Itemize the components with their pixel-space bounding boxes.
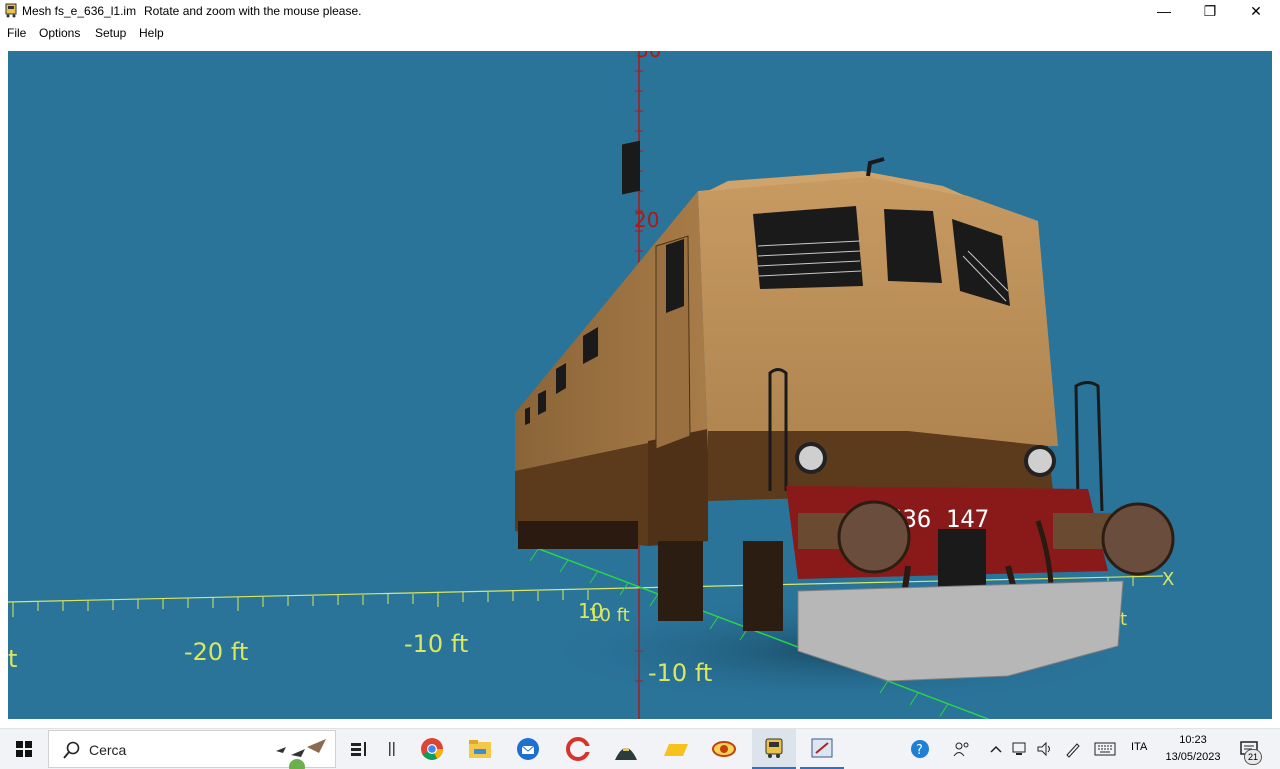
search-icon xyxy=(63,741,80,759)
menu-bar: File Options Setup Help xyxy=(0,22,1280,42)
help-tray-button[interactable]: ? xyxy=(906,729,934,769)
clock-date: 13/05/2023 xyxy=(1165,751,1221,763)
search-highlight-geese-icon xyxy=(276,739,326,769)
start-button[interactable] xyxy=(0,729,48,769)
help-icon: ? xyxy=(911,740,929,758)
title-bar: Mesh fs_e_636_l1.im Rotate and zoom with… xyxy=(0,0,1280,22)
chrome-button[interactable] xyxy=(412,729,452,769)
z-label-neg10: -10 ft xyxy=(648,659,712,687)
eye-app-icon xyxy=(712,741,736,757)
close-button[interactable]: ✕ xyxy=(1233,0,1279,22)
folder-yellow-icon xyxy=(664,744,688,756)
volume-icon xyxy=(1037,741,1050,757)
restore-button[interactable]: ❐ xyxy=(1187,0,1233,22)
file-explorer-button[interactable] xyxy=(460,729,500,769)
thunderbird-icon xyxy=(517,738,539,760)
pen-icon xyxy=(1066,743,1080,758)
network-icon xyxy=(1012,742,1026,755)
people-icon xyxy=(953,742,969,757)
chevron-up-icon xyxy=(990,745,1002,753)
window-title: Mesh fs_e_636_l1.im xyxy=(22,4,137,18)
clock-time: 10:23 xyxy=(1179,734,1207,746)
vertical-label-top: 30 xyxy=(636,51,661,62)
buffer-right xyxy=(1101,502,1175,576)
windows-logo-icon xyxy=(16,741,32,757)
z-label-10: 10 ft xyxy=(588,605,630,626)
menu-options[interactable]: Options xyxy=(39,26,80,40)
minimize-button[interactable]: — xyxy=(1141,0,1187,22)
locomotive-model: 636 147 xyxy=(515,140,1175,682)
restore-icon: ❐ xyxy=(1203,2,1217,19)
app-train-icon xyxy=(4,3,18,18)
keyboard-tray-button[interactable] xyxy=(1092,729,1118,769)
ccleaner-icon xyxy=(566,737,590,761)
task-view-icon xyxy=(351,742,366,756)
chrome-icon xyxy=(421,738,443,760)
mesh-viewport[interactable]: 30 20 -20 ft -10 ft t 10 X ft xyxy=(8,51,1272,719)
task-view-button[interactable] xyxy=(344,729,376,769)
close-icon: ✕ xyxy=(1250,2,1262,19)
pen-tray-button[interactable] xyxy=(1062,729,1084,769)
svg-text:?: ? xyxy=(916,743,923,758)
menu-help[interactable]: Help xyxy=(139,26,164,40)
train-app-icon xyxy=(765,738,783,758)
front-window-center xyxy=(884,209,942,283)
ccleaner-button[interactable] xyxy=(558,729,598,769)
tool-app-button[interactable] xyxy=(800,729,844,769)
thunderbird-button[interactable] xyxy=(508,729,548,769)
x-axis-label: X xyxy=(1162,569,1174,590)
volume-tray-button[interactable] xyxy=(1034,729,1056,769)
yellow-folder-button[interactable] xyxy=(656,729,696,769)
window-hint: Rotate and zoom with the mouse please. xyxy=(144,4,362,18)
vertical-label-mid: 20 xyxy=(634,208,659,232)
network-tray-button[interactable] xyxy=(1010,729,1032,769)
x-label-neg20: -20 ft xyxy=(184,638,248,666)
x-label-neg10: -10 ft xyxy=(404,630,468,658)
app-icon-dome xyxy=(615,748,637,760)
buffer-left xyxy=(837,500,911,574)
taskbar-search[interactable]: Cerca xyxy=(48,730,336,769)
clock[interactable]: 10:23 13/05/2023 xyxy=(1160,732,1226,766)
show-hidden-icons-button[interactable] xyxy=(986,729,1006,769)
x-label-left-edge: t xyxy=(8,645,17,673)
menu-setup[interactable]: Setup xyxy=(95,26,126,40)
minimize-icon: — xyxy=(1157,3,1171,19)
search-placeholder: Cerca xyxy=(89,742,127,758)
dome-app-button[interactable] xyxy=(606,729,646,769)
notification-count-badge: 21 xyxy=(1244,749,1262,765)
taskbar-divider xyxy=(384,729,400,769)
keyboard-icon xyxy=(1094,742,1116,756)
eye-app-button[interactable] xyxy=(704,729,744,769)
train-app-button[interactable] xyxy=(752,729,796,769)
tool-app-icon xyxy=(811,738,833,758)
people-tray-button[interactable] xyxy=(948,729,976,769)
file-explorer-icon xyxy=(469,740,491,758)
menu-file[interactable]: File xyxy=(7,26,26,40)
front-window-left xyxy=(753,206,863,289)
language-indicator[interactable]: ITA xyxy=(1131,741,1147,753)
taskbar: Cerca ? ITA 10:23 13/05/2023 21 xyxy=(0,728,1280,769)
locomotive-front xyxy=(698,176,1058,451)
